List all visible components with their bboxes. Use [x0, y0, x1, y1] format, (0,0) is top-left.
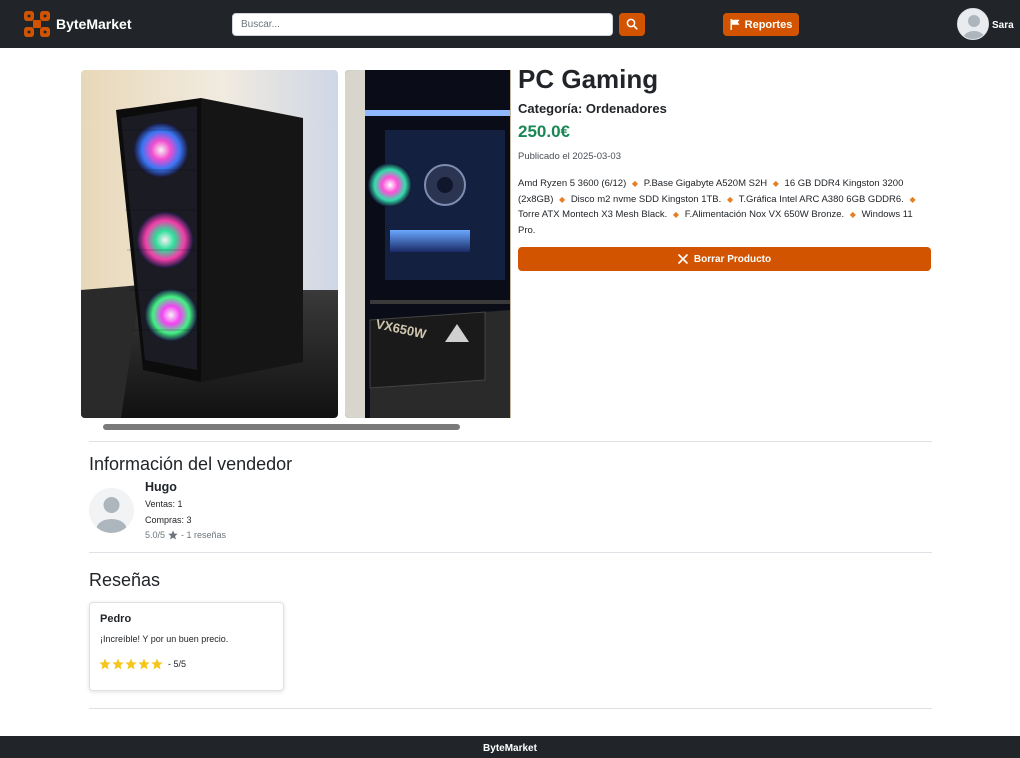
user-avatar[interactable] [957, 8, 989, 40]
spec-item: P.Base Gigabyte A520M S2H [643, 178, 768, 189]
review-score: - 5/5 [168, 659, 187, 669]
spec-item: Disco m2 nvme SDD Kingston 1TB. [570, 193, 722, 205]
search-input[interactable] [232, 13, 613, 36]
review-rating: - 5/5 [99, 658, 186, 670]
gallery-scrollbar[interactable] [103, 424, 460, 430]
brand-name[interactable]: ByteMarket [56, 16, 131, 32]
seller-review-count: - 1 reseñas [181, 530, 227, 540]
review-text: ¡Increíble! Y por un buen precio. [100, 634, 229, 644]
diamond-bullet-icon: ◆ [909, 194, 916, 204]
diamond-bullet-icon: ◆ [849, 210, 856, 219]
spec-item: Torre ATX Montech X3 Mesh Black. [518, 209, 668, 220]
spec-item: Amd Ryzen 5 3600 (6/12) [518, 178, 627, 189]
star-icon [138, 658, 150, 670]
star-icon [125, 658, 137, 670]
diamond-bullet-icon: ◆ [772, 179, 779, 188]
bytemarket-logo-icon[interactable] [24, 11, 50, 37]
seller-rating: 5.0/5 - 1 reseñas [145, 530, 226, 540]
footer: ByteMarket [0, 736, 1020, 758]
published-date: Publicado el 2025-03-03 [518, 151, 621, 162]
delete-product-label: Borrar Producto [693, 253, 772, 265]
seller-avatar[interactable] [89, 488, 134, 533]
diamond-bullet-icon: ◆ [672, 210, 680, 219]
diamond-bullet-icon: ◆ [559, 194, 566, 204]
search-button[interactable] [619, 13, 645, 36]
product-image-gallery[interactable]: VX650W [81, 70, 511, 418]
search-icon [626, 18, 638, 30]
seller-sales: Ventas: 1 [145, 499, 183, 509]
reports-button[interactable]: Reportes [723, 13, 799, 36]
product-photo-front[interactable] [81, 70, 338, 418]
product-category: Categoría: Ordenadores [518, 101, 667, 116]
reviews-section-heading: Reseñas [89, 570, 161, 590]
divider [89, 552, 932, 553]
product-photo-interior[interactable]: VX650W [345, 70, 511, 418]
product-price: 250.0€ [518, 122, 570, 141]
product-description: Amd Ryzen 5 3600 (6/12) ◆ P.Base Gigabyt… [518, 176, 930, 238]
star-icon [151, 658, 163, 670]
seller-name[interactable]: Hugo [145, 480, 177, 494]
seller-rating-value: 5.0/5 [145, 530, 166, 540]
star-icon [99, 658, 111, 670]
divider [89, 441, 932, 442]
review-card: Pedro ¡Increíble! Y por un buen precio. … [89, 602, 284, 691]
close-icon [678, 254, 688, 264]
diamond-bullet-icon: ◆ [631, 179, 639, 188]
product-title: PC Gaming [518, 64, 659, 94]
seller-section-heading: Información del vendedor [89, 454, 293, 474]
star-icon [168, 530, 178, 540]
user-silhouette-icon [958, 9, 988, 39]
footer-brand: ByteMarket [483, 743, 537, 754]
diamond-bullet-icon: ◆ [726, 194, 734, 204]
navbar: ByteMarket Reportes Sara [0, 0, 1020, 48]
review-author: Pedro [100, 613, 132, 625]
delete-product-button[interactable]: Borrar Producto [518, 247, 931, 271]
divider [89, 708, 932, 709]
spec-item: T.Gráfica Intel ARC A380 6GB GDDR6. [738, 193, 904, 205]
seller-purchases: Compras: 3 [145, 515, 192, 525]
spec-item: F.Alimentación Nox VX 650W Bronze. [684, 209, 845, 220]
reports-label: Reportes [744, 18, 793, 31]
star-icon [112, 658, 124, 670]
user-name[interactable]: Sara [992, 20, 1014, 31]
flag-icon [730, 19, 740, 30]
user-silhouette-icon [89, 488, 134, 533]
